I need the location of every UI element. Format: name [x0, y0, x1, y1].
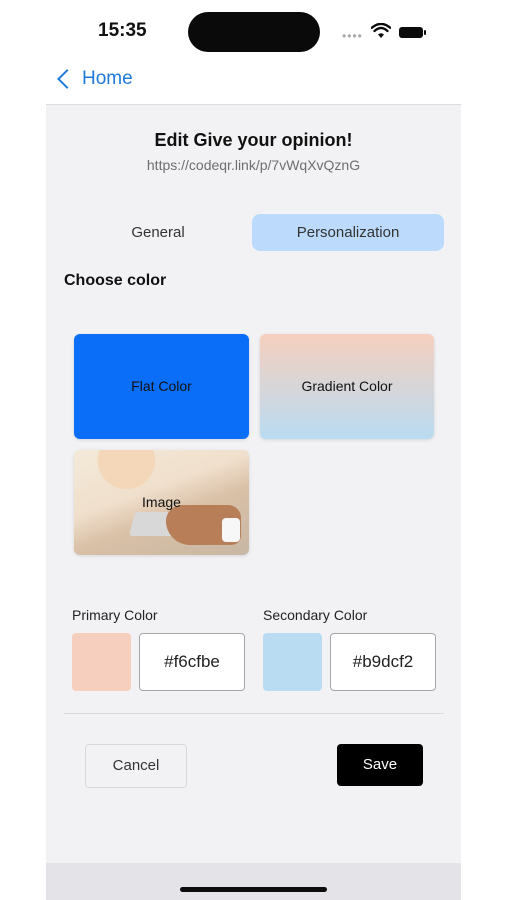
- secondary-color-label: Secondary Color: [263, 607, 368, 623]
- primary-color-swatch[interactable]: [72, 633, 131, 691]
- home-indicator[interactable]: [180, 887, 327, 892]
- chevron-left-icon: [57, 69, 77, 89]
- cancel-button[interactable]: Cancel: [85, 744, 187, 788]
- back-label: Home: [82, 68, 133, 89]
- divider: [64, 713, 444, 714]
- status-bar: 15:35 ••••: [46, 0, 461, 60]
- save-button[interactable]: Save: [337, 744, 423, 786]
- signal-icon: ••••: [342, 29, 363, 43]
- navigation-bar: Home: [46, 60, 461, 105]
- image-option[interactable]: Image: [74, 450, 249, 555]
- phone-screen: 15:35 •••• Home Edit Give your opinion! …: [46, 0, 461, 900]
- primary-color-input[interactable]: #f6cfbe: [139, 633, 245, 691]
- secondary-color-input[interactable]: #b9dcf2: [330, 633, 436, 691]
- segmented-tabs: General Personalization: [64, 214, 444, 251]
- gradient-color-label: Gradient Color: [301, 378, 393, 394]
- secondary-color-swatch[interactable]: [263, 633, 322, 691]
- tab-personalization[interactable]: Personalization: [252, 214, 444, 251]
- dynamic-island: [188, 12, 320, 52]
- watch-photo-detail: [222, 518, 240, 542]
- page-title: Edit Give your opinion!: [154, 130, 353, 150]
- gradient-color-option[interactable]: Gradient Color: [260, 334, 434, 439]
- tab-general[interactable]: General: [64, 214, 252, 251]
- flat-color-option[interactable]: Flat Color: [74, 334, 249, 439]
- battery-icon: [399, 27, 426, 38]
- back-button[interactable]: Home: [54, 68, 133, 90]
- page-link: https://codeqr.link/p/7vWqXvQznG: [146, 157, 361, 173]
- wifi-icon: [371, 23, 391, 38]
- status-time: 15:35: [98, 20, 147, 41]
- home-bar-area: [46, 863, 461, 900]
- choose-color-label: Choose color: [64, 272, 167, 289]
- primary-color-label: Primary Color: [72, 607, 158, 623]
- image-option-label: Image: [142, 494, 181, 510]
- flat-color-label: Flat Color: [131, 378, 192, 394]
